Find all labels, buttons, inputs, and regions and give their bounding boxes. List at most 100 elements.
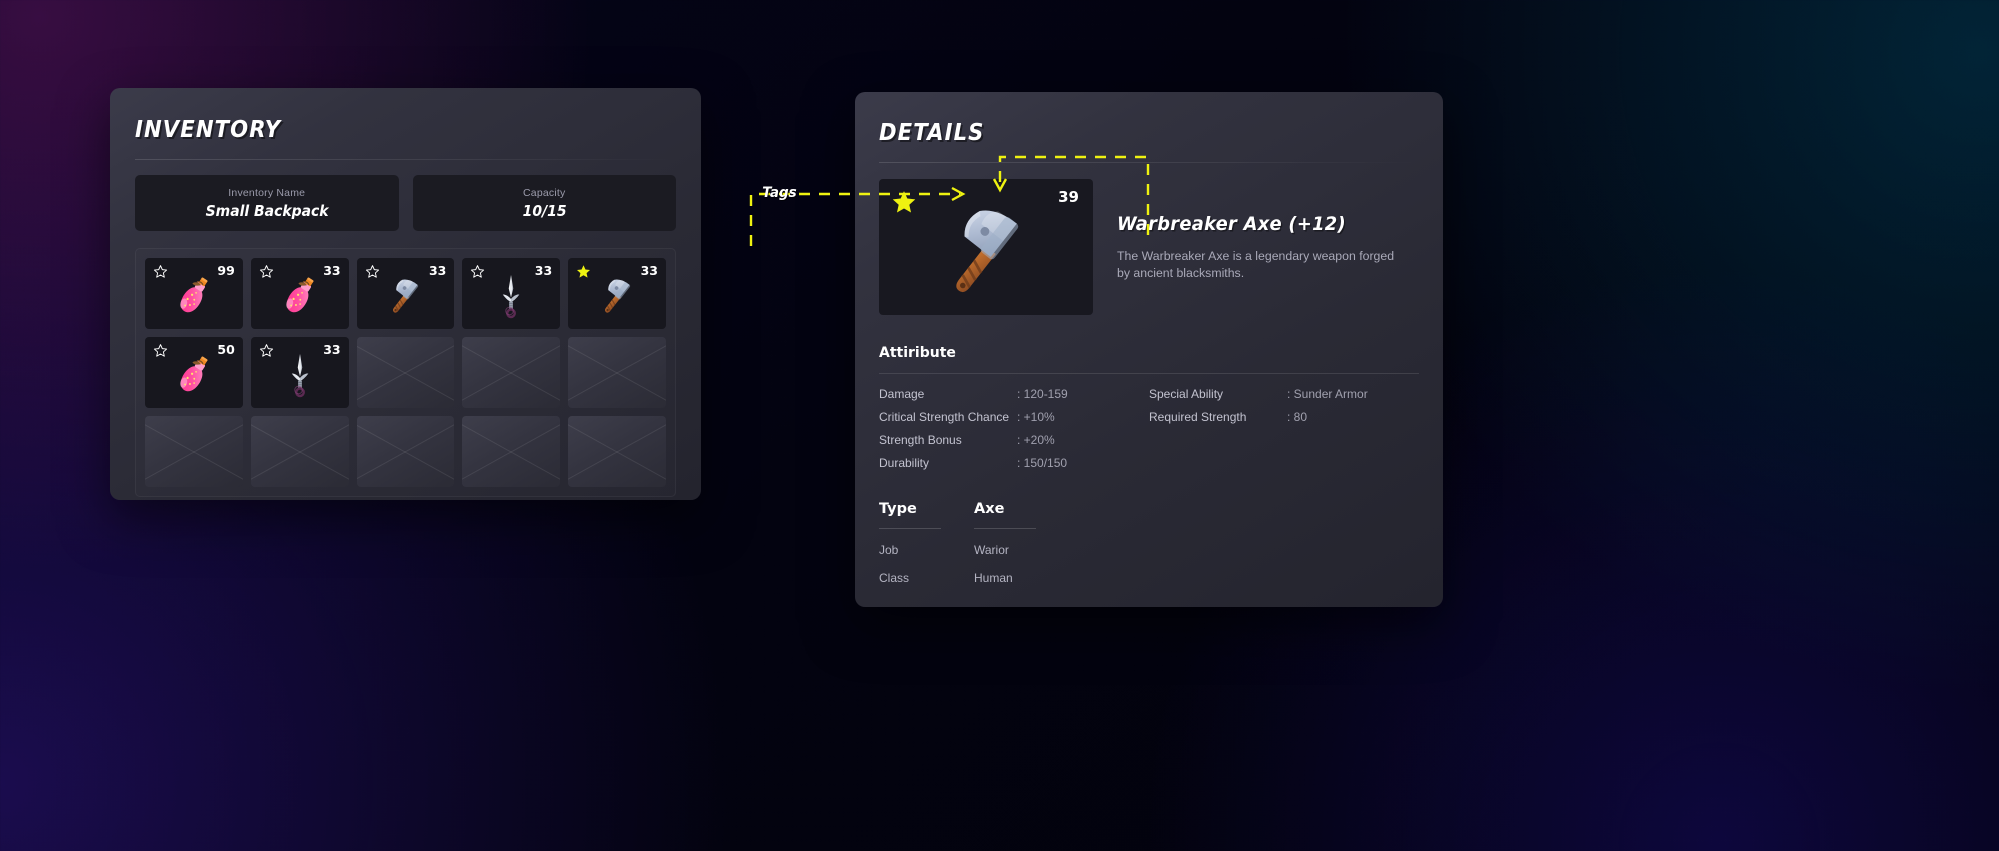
attribute-row: Critical Strength Chance: +10% (879, 410, 1149, 424)
item-preview[interactable]: 39 (879, 179, 1093, 315)
inventory-slot-empty[interactable] (568, 416, 666, 487)
star-outline-icon[interactable] (470, 264, 485, 279)
item-count: 33 (323, 263, 341, 278)
item-name: Warbreaker Axe (+12) (1117, 213, 1346, 235)
potion-icon (276, 272, 324, 320)
item-text-block: Warbreaker Axe (+12) The Warbreaker Axe … (1117, 179, 1397, 315)
attribute-row: Special Ability: Sunder Armor (1149, 387, 1419, 401)
item-count: 33 (323, 342, 341, 357)
type-header-col2: Axe (974, 501, 1005, 517)
type-header-col1: Type (879, 501, 917, 517)
star-outline-icon[interactable] (259, 343, 274, 358)
attribute-row: Damage : 120-159 (879, 387, 1149, 401)
axe-icon (593, 272, 641, 320)
inventory-slot[interactable]: 50 (145, 337, 243, 408)
inventory-panel: INVENTORY Inventory Name Small Backpack … (110, 88, 701, 500)
inventory-slot[interactable]: 33 (356, 258, 455, 329)
item-hero-row: 39 Warbreaker Axe (+12) The Warbreaker A… (879, 179, 1419, 315)
inventory-capacity-value: 10/15 (522, 201, 567, 220)
star-outline-icon[interactable] (365, 264, 380, 279)
inventory-capacity-label: Capacity (523, 186, 566, 199)
potion-icon (180, 277, 208, 312)
item-count: 33 (640, 263, 658, 278)
item-count: 99 (217, 263, 235, 278)
tags-annotation-label: Tags (762, 185, 797, 201)
attribute-key: Strength Bonus (879, 433, 962, 447)
attribute-heading: Attiribute (879, 345, 956, 361)
attribute-columns: Damage : 120-159 Critical Strength Chance:… (879, 387, 1419, 479)
star-outline-icon (365, 265, 379, 278)
inventory-name-value: Small Backpack (205, 201, 329, 220)
item-count: 50 (217, 342, 235, 357)
inventory-grid-container: 99 33 33 33 33 50 33 (135, 248, 676, 497)
star-filled-icon (892, 191, 916, 213)
dagger-icon (503, 274, 520, 318)
inventory-slot[interactable]: 33 (250, 337, 349, 408)
inventory-slot-empty[interactable] (462, 416, 561, 487)
inventory-slot[interactable]: 33 (568, 258, 666, 329)
potion-icon (170, 272, 218, 320)
type-row-key: Class (879, 571, 910, 585)
star-outline-icon (259, 344, 273, 357)
potion-icon (285, 277, 314, 312)
axe-icon (605, 279, 631, 313)
dagger-icon (291, 353, 308, 397)
axe-icon (956, 210, 1019, 293)
attribute-key: Durability (879, 456, 930, 470)
attribute-row: Durability: 150/150 (879, 456, 1149, 470)
item-description: The Warbreaker Axe is a legendary weapon… (1117, 249, 1395, 280)
type-table-header: Type Axe (879, 501, 1419, 517)
inventory-name-box[interactable]: Inventory Name Small Backpack (135, 175, 399, 231)
inventory-slot[interactable]: 99 (145, 258, 243, 329)
inventory-slot-empty[interactable] (462, 337, 561, 408)
attribute-row: Strength Bonus: +20% (879, 433, 1149, 447)
details-panel: DETAILS 39 Warbreaker Axe (+12) The Warb… (855, 92, 1443, 607)
attribute-value: : 120-159 (1017, 387, 1068, 401)
inventory-slot-empty[interactable] (356, 337, 455, 408)
star-outline-icon (471, 265, 485, 278)
inventory-slot-empty[interactable] (568, 337, 666, 408)
star-outline-icon[interactable] (153, 264, 168, 279)
inventory-grid: 99 33 33 33 33 50 33 (145, 258, 666, 487)
potion-icon (180, 356, 208, 391)
star-outline-icon[interactable] (259, 264, 274, 279)
type-row-value: Human (974, 571, 1013, 585)
inventory-slot[interactable]: 33 (462, 258, 561, 329)
type-table-divider (879, 528, 1419, 529)
star-outline-icon (153, 344, 168, 357)
inventory-capacity-box[interactable]: Capacity 10/15 (412, 175, 676, 231)
dagger-icon (276, 351, 324, 399)
inventory-slot-empty[interactable] (250, 416, 349, 487)
inventory-title-divider (135, 159, 676, 160)
dagger-icon (487, 272, 535, 320)
attribute-column-left: Damage : 120-159 Critical Strength Chance:… (879, 387, 1149, 479)
attribute-row: Required Strength : 80 (1149, 410, 1419, 424)
type-table-body: Job Warior Class Human (879, 543, 1419, 585)
inventory-title: INVENTORY (135, 117, 282, 143)
inventory-name-label: Inventory Name (228, 186, 306, 199)
axe-icon (393, 279, 419, 313)
type-divider-col2 (974, 528, 1036, 529)
attribute-value: : Sunder Armor (1287, 387, 1368, 401)
favorite-star-icon[interactable] (576, 264, 591, 279)
attribute-divider (879, 373, 1419, 374)
potion-icon (170, 351, 218, 399)
star-outline-icon (153, 265, 168, 278)
attribute-key: Required Strength (1149, 410, 1247, 424)
axe-icon (381, 272, 429, 320)
inventory-slot-empty[interactable] (145, 416, 243, 487)
attribute-key: Damage (879, 387, 925, 401)
favorite-star-icon[interactable] (891, 189, 917, 215)
attribute-column-right: Special Ability: Sunder Armor Required St… (1149, 387, 1419, 479)
type-table: Type Axe Job Warior Class Human (879, 501, 1419, 585)
star-outline-icon (259, 265, 273, 278)
star-outline-icon[interactable] (153, 343, 168, 358)
inventory-meta-row: Inventory Name Small Backpack Capacity 1… (135, 175, 676, 231)
details-title-divider (879, 162, 1419, 163)
item-count: 33 (428, 263, 447, 278)
type-table-row: Job Warior (879, 543, 1419, 557)
inventory-slot[interactable]: 33 (250, 258, 349, 329)
star-filled-icon (577, 265, 591, 278)
inventory-slot-empty[interactable] (356, 416, 455, 487)
attribute-value: : 80 (1287, 410, 1308, 424)
